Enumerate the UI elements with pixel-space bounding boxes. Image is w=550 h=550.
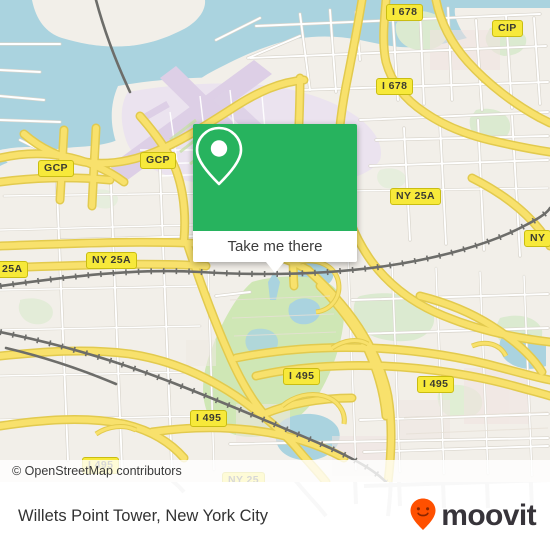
popup-pointer-tail (266, 262, 284, 273)
highway-shield: I 495 (417, 376, 455, 393)
map-attribution: © OpenStreetMap contributors (0, 460, 550, 482)
highway-shield: 25A (0, 261, 29, 278)
take-me-there-label: Take me there (227, 238, 323, 255)
highway-shield: CIP (492, 20, 523, 37)
highway-shield: NY 25A (86, 252, 137, 269)
highway-shield: I 678 (376, 78, 414, 95)
place-popup-card[interactable]: Take me there (193, 124, 357, 273)
popup-header (193, 124, 357, 231)
moovit-logo: moovit (409, 497, 537, 536)
highway-shield: NY (524, 230, 550, 247)
highway-shield: I 678 (386, 4, 424, 21)
highway-shield: GCP (38, 160, 74, 177)
popup-action[interactable]: Take me there (193, 231, 357, 273)
highway-shield: GCP (140, 152, 176, 169)
highway-shield: NY 25A (390, 188, 441, 205)
highway-shield: I 495 (283, 368, 321, 385)
moovit-smiley-pin-icon (409, 497, 437, 536)
highway-shield: I 495 (190, 410, 228, 427)
map-canvas[interactable]: I 678 CIP I 678 GCP GCP NY 25A NY 25A NY… (0, 0, 550, 482)
attribution-text: © OpenStreetMap contributors (12, 464, 182, 478)
moovit-wordmark: moovit (441, 499, 536, 532)
place-title: Willets Point Tower, New York City (18, 506, 269, 525)
moovit-map-screenshot: I 678 CIP I 678 GCP GCP NY 25A NY 25A NY… (0, 0, 550, 550)
footer-bar: Willets Point Tower, New York City moovi… (0, 482, 550, 550)
